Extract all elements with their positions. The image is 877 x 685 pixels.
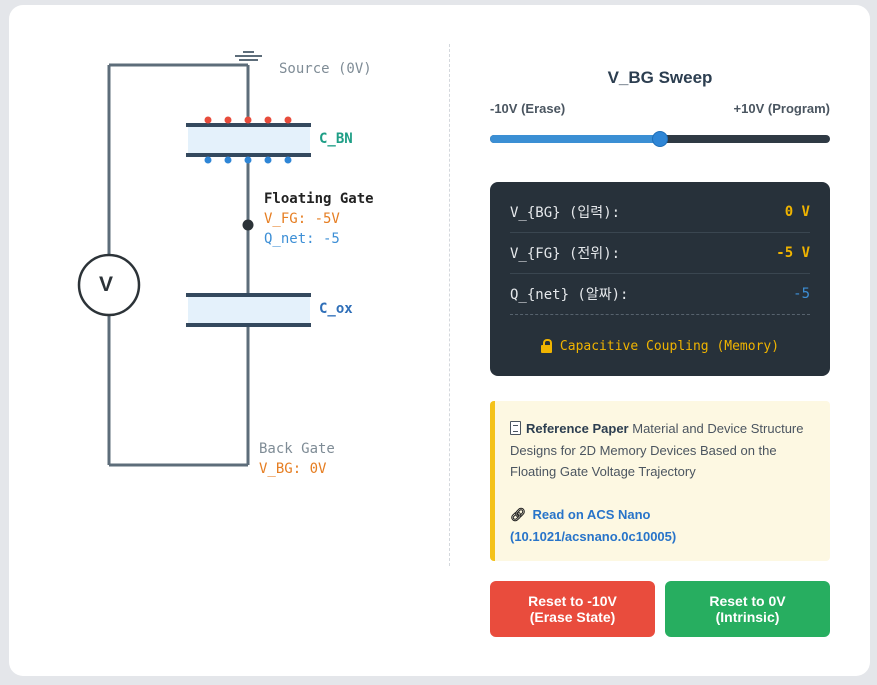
back-gate-title: Back Gate <box>259 441 335 457</box>
qnet-label: Q_net: -5 <box>264 231 340 247</box>
reset-intrinsic-line1: Reset to 0V <box>709 593 786 609</box>
readout-value: -5 <box>793 286 810 302</box>
positive-charges <box>204 116 292 124</box>
reset-erase-button[interactable]: Reset to -10V (Erase State) <box>490 581 655 637</box>
link-icon: 🔗︎ <box>510 507 527 522</box>
readout-row-vbg: V_{BG} (입력): 0 V <box>510 192 810 233</box>
acs-nano-link[interactable]: 🔗︎ Read on ACS Nano (10.1021/acsnano.0c10… <box>510 504 814 547</box>
sweep-max-label: +10V (Program) <box>733 101 830 116</box>
readout-row-qnet: Q_{net} (알짜): -5 <box>510 274 810 315</box>
ground-icon <box>235 51 262 61</box>
lock-icon <box>540 339 552 353</box>
readout-value: 0 V <box>784 204 810 220</box>
cox-capacitor <box>186 293 311 327</box>
readout-row-vfg: V_{FG} (전위): -5 V <box>510 233 810 274</box>
vfg-label: V_FG: -5V <box>264 211 340 227</box>
vbg-slider[interactable] <box>490 130 830 148</box>
coupling-status: Capacitive Coupling (Memory) <box>490 339 830 354</box>
slider-fill <box>490 135 660 143</box>
negative-charges <box>204 156 292 164</box>
cbn-capacitor <box>186 123 311 157</box>
readout-label: Q_{net} (알짜): <box>510 287 629 303</box>
readout-panel: V_{BG} (입력): 0 V V_{FG} (전위): -5 V Q_{ne… <box>490 182 830 376</box>
readout-label: V_{BG} (입력): <box>510 205 621 221</box>
source-label: Source (0V) <box>279 61 372 77</box>
coupling-status-text: Capacitive Coupling (Memory) <box>559 339 780 354</box>
reset-intrinsic-line2: (Intrinsic) <box>715 609 780 625</box>
cox-label: C_ox <box>319 301 353 317</box>
document-icon <box>510 421 521 435</box>
sweep-min-label: -10V (Erase) <box>490 101 566 116</box>
vbg-label: V_BG: 0V <box>259 461 327 477</box>
reset-erase-line1: Reset to -10V <box>528 593 617 609</box>
reference-heading: Reference Paper <box>526 421 629 436</box>
floating-gate-title: Floating Gate <box>264 191 374 207</box>
slider-thumb[interactable] <box>652 131 668 147</box>
cbn-label: C_BN <box>319 131 353 147</box>
voltmeter-symbol: V <box>99 273 114 296</box>
reset-erase-line2: (Erase State) <box>529 609 616 625</box>
circuit-diagram <box>77 51 311 467</box>
reset-intrinsic-button[interactable]: Reset to 0V (Intrinsic) <box>665 581 830 637</box>
readout-label: V_{FG} (전위): <box>510 246 621 262</box>
acs-nano-link-text: Read on ACS Nano (10.1021/acsnano.0c1000… <box>510 507 677 544</box>
readout-value: -5 V <box>776 245 810 261</box>
floating-gate-node <box>242 219 254 231</box>
sweep-title: V_BG Sweep <box>607 68 713 87</box>
reference-box: Reference Paper Material and Device Stru… <box>490 401 830 561</box>
